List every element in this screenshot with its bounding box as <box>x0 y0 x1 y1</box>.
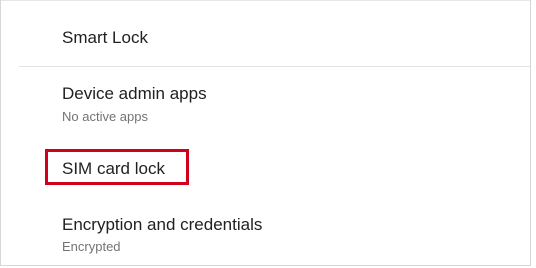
setting-item-device-admin-apps[interactable]: Device admin apps No active apps <box>1 67 530 137</box>
setting-title: Device admin apps <box>62 84 207 103</box>
setting-subtitle: No active apps <box>62 109 148 124</box>
setting-subtitle: Encrypted <box>62 239 121 254</box>
setting-item-sim-card-lock[interactable]: SIM card lock <box>1 140 530 196</box>
setting-item-smart-lock[interactable]: Smart Lock <box>1 0 530 66</box>
settings-panel: Smart Lock Device admin apps No active a… <box>0 0 531 266</box>
setting-title: Encryption and credentials <box>62 215 263 234</box>
setting-title: Smart Lock <box>62 28 148 47</box>
setting-title: SIM card lock <box>62 159 165 178</box>
setting-item-encryption-and-credentials[interactable]: Encryption and credentials Encrypted <box>1 200 530 265</box>
